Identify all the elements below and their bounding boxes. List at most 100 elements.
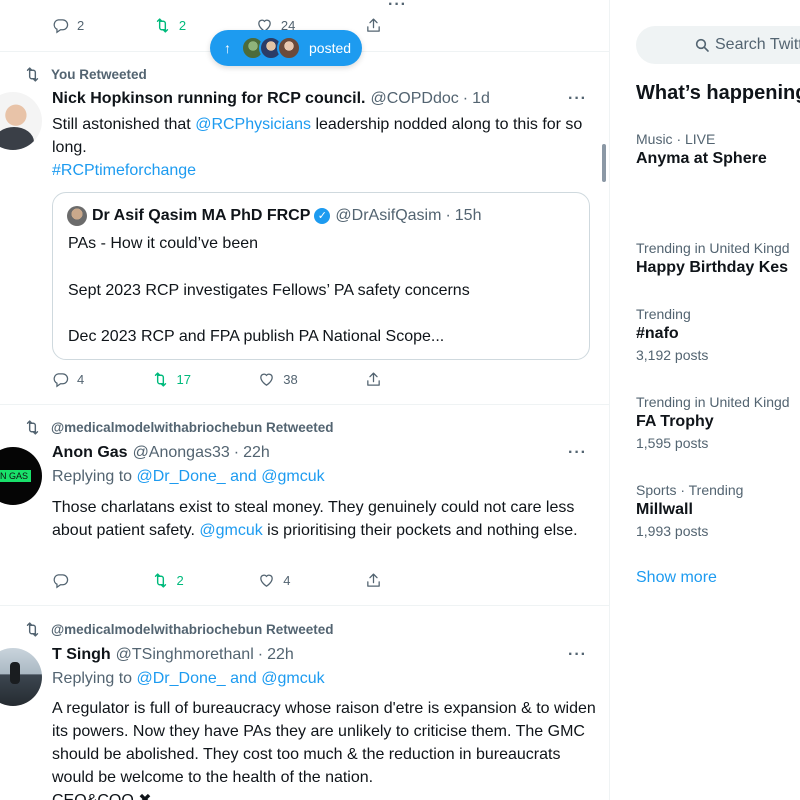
replying-to-label: Replying to (52, 670, 137, 687)
search-icon (694, 37, 710, 53)
trend-item[interactable]: Trending #nafo 3,192 posts (636, 306, 708, 363)
retweet-count: 17 (176, 372, 191, 387)
avatar[interactable] (0, 92, 42, 150)
separator: · (233, 444, 240, 461)
more-options-icon[interactable]: ··· (568, 90, 587, 108)
separator: · (445, 207, 451, 224)
separator: · (257, 646, 264, 663)
trend-item[interactable]: Sports · Trending Millwall 1,993 posts (636, 482, 743, 539)
retweet-context-label: @medicalmodelwithabriochebun Retweeted (51, 420, 334, 435)
share-icon (365, 17, 382, 34)
new-posts-pill[interactable]: ↑ posted (210, 30, 362, 66)
like-button[interactable]: 4 (258, 572, 290, 589)
quoted-display-name: Dr Asif Qasim MA PhD FRCP (92, 207, 311, 224)
replying-to-links[interactable]: @Dr_Done_ and @gmcuk (137, 670, 325, 687)
reply-button[interactable]: 2 (52, 17, 84, 34)
trend-name: #nafo (636, 325, 679, 342)
retweet-button[interactable]: 2 (154, 17, 186, 34)
tweet-text-part: Still astonished that (52, 116, 196, 133)
tweet-text: Still astonished that @RCPhysicians lead… (52, 113, 597, 182)
display-name[interactable]: Nick Hopkinson running for RCP council. (52, 90, 366, 108)
like-icon (258, 371, 275, 388)
tweet-header: Anon Gas @Anongas33 · 22h (52, 444, 270, 462)
reply-button[interactable]: 4 (52, 371, 84, 388)
reply-icon (52, 17, 69, 34)
display-name[interactable]: T Singh (52, 646, 111, 664)
replying-to: Replying to @Dr_Done_ and @gmcuk (52, 670, 325, 688)
retweet-context-label: You Retweeted (51, 67, 147, 82)
tweet-header: Nick Hopkinson running for RCP council. … (52, 90, 490, 108)
separator: · (462, 90, 469, 107)
trend-item[interactable]: Music · LIVE Anyma at Sphere (636, 131, 767, 168)
tweet[interactable]: @medicalmodelwithabriochebun Retweeted T… (0, 606, 609, 800)
verified-badge-icon: ✓ (314, 208, 331, 224)
timestamp[interactable]: 22h (267, 646, 294, 664)
hashtag-link[interactable]: #RCPtimeforchange (52, 162, 196, 179)
handle[interactable]: @Anongas33 (133, 444, 230, 462)
trend-context: Music · LIVE (636, 131, 716, 147)
timeline: ··· 2 2 24 You Retweeted Nick Hopkinson … (0, 0, 610, 800)
trend-post-count: 1,993 posts (636, 523, 709, 539)
handle[interactable]: @COPDdoc (371, 90, 459, 108)
quoted-text-line: Sept 2023 RCP investigates Fellows’ PA s… (68, 282, 470, 299)
trend-post-count: 3,192 posts (636, 347, 709, 363)
previous-tweet-more[interactable]: ··· (388, 0, 407, 14)
like-icon (258, 572, 275, 589)
handle[interactable]: @TSinghmorethanl (116, 646, 254, 664)
scrollbar-thumb[interactable] (602, 144, 606, 182)
tweet-text-part: CEO&COO ✖ (52, 792, 152, 800)
retweet-icon (24, 419, 41, 436)
retweet-context: You Retweeted (24, 66, 147, 83)
share-button[interactable] (365, 371, 382, 388)
more-options-icon[interactable]: ··· (568, 444, 587, 462)
timestamp[interactable]: 1d (472, 90, 490, 108)
trend-context: Trending (636, 306, 691, 322)
tweet[interactable]: You Retweeted Nick Hopkinson running for… (0, 52, 609, 405)
mention-link[interactable]: @RCPhysicians (195, 116, 311, 133)
sidebar: Search Twitt What’s happening Music · LI… (611, 0, 800, 800)
search-input[interactable]: Search Twitt (636, 26, 800, 64)
retweet-icon (24, 621, 41, 638)
trend-name: FA Trophy (636, 413, 714, 430)
quoted-tweet[interactable]: Dr Asif Qasim MA PhD FRCP ✓ @DrAsifQasim… (52, 192, 590, 360)
trend-item[interactable]: Trending in United Kingd Happy Birthday … (636, 240, 790, 277)
more-options-icon[interactable]: ··· (568, 646, 587, 664)
quoted-timestamp: 15h (454, 207, 482, 224)
retweet-context: @medicalmodelwithabriochebun Retweeted (24, 621, 333, 638)
display-name[interactable]: Anon Gas (52, 444, 128, 462)
trend-item[interactable]: Trending in United Kingd FA Trophy 1,595… (636, 394, 790, 451)
avatar[interactable] (0, 648, 42, 706)
reply-count: 4 (77, 372, 85, 387)
show-more-link[interactable]: Show more (636, 569, 717, 587)
quoted-avatar (67, 206, 87, 226)
arrow-up-icon: ↑ (224, 40, 231, 56)
quoted-text-line: PAs - How it could’ve been (68, 235, 259, 252)
reply-count: 2 (77, 18, 85, 33)
share-button[interactable] (365, 17, 382, 34)
trend-name: Anyma at Sphere (636, 150, 767, 167)
replying-to: Replying to @Dr_Done_ and @gmcuk (52, 468, 325, 486)
mention-link[interactable]: @gmcuk (199, 522, 262, 539)
share-icon (365, 371, 382, 388)
like-count: 38 (283, 372, 298, 387)
trend-name: Happy Birthday Kes (636, 259, 789, 276)
retweet-icon (154, 17, 171, 34)
tweet[interactable]: @medicalmodelwithabriochebun Retweeted O… (0, 405, 609, 606)
share-button[interactable] (365, 572, 382, 589)
replying-to-links[interactable]: @Dr_Done_ and @gmcuk (137, 468, 325, 485)
timestamp[interactable]: 22h (243, 444, 270, 462)
retweet-count: 2 (176, 573, 184, 588)
avatar[interactable]: ON GAS (0, 447, 42, 505)
like-button[interactable]: 38 (258, 371, 298, 388)
reply-icon (52, 572, 69, 589)
tweet-text: A regulator is full of bureaucracy whose… (52, 697, 597, 800)
tweet-text-part: A regulator is full of bureaucracy whose… (52, 700, 596, 786)
tweet-actions: 4 17 38 (52, 371, 382, 388)
avatar-text: ON GAS (0, 470, 32, 482)
trend-context: Trending in United Kingd (636, 394, 790, 410)
retweet-button[interactable]: 17 (152, 371, 191, 388)
retweet-icon (152, 572, 169, 589)
retweet-button[interactable]: 2 (152, 572, 184, 589)
reply-button[interactable] (52, 572, 77, 589)
tweet-header: T Singh @TSinghmorethanl · 22h (52, 646, 294, 664)
